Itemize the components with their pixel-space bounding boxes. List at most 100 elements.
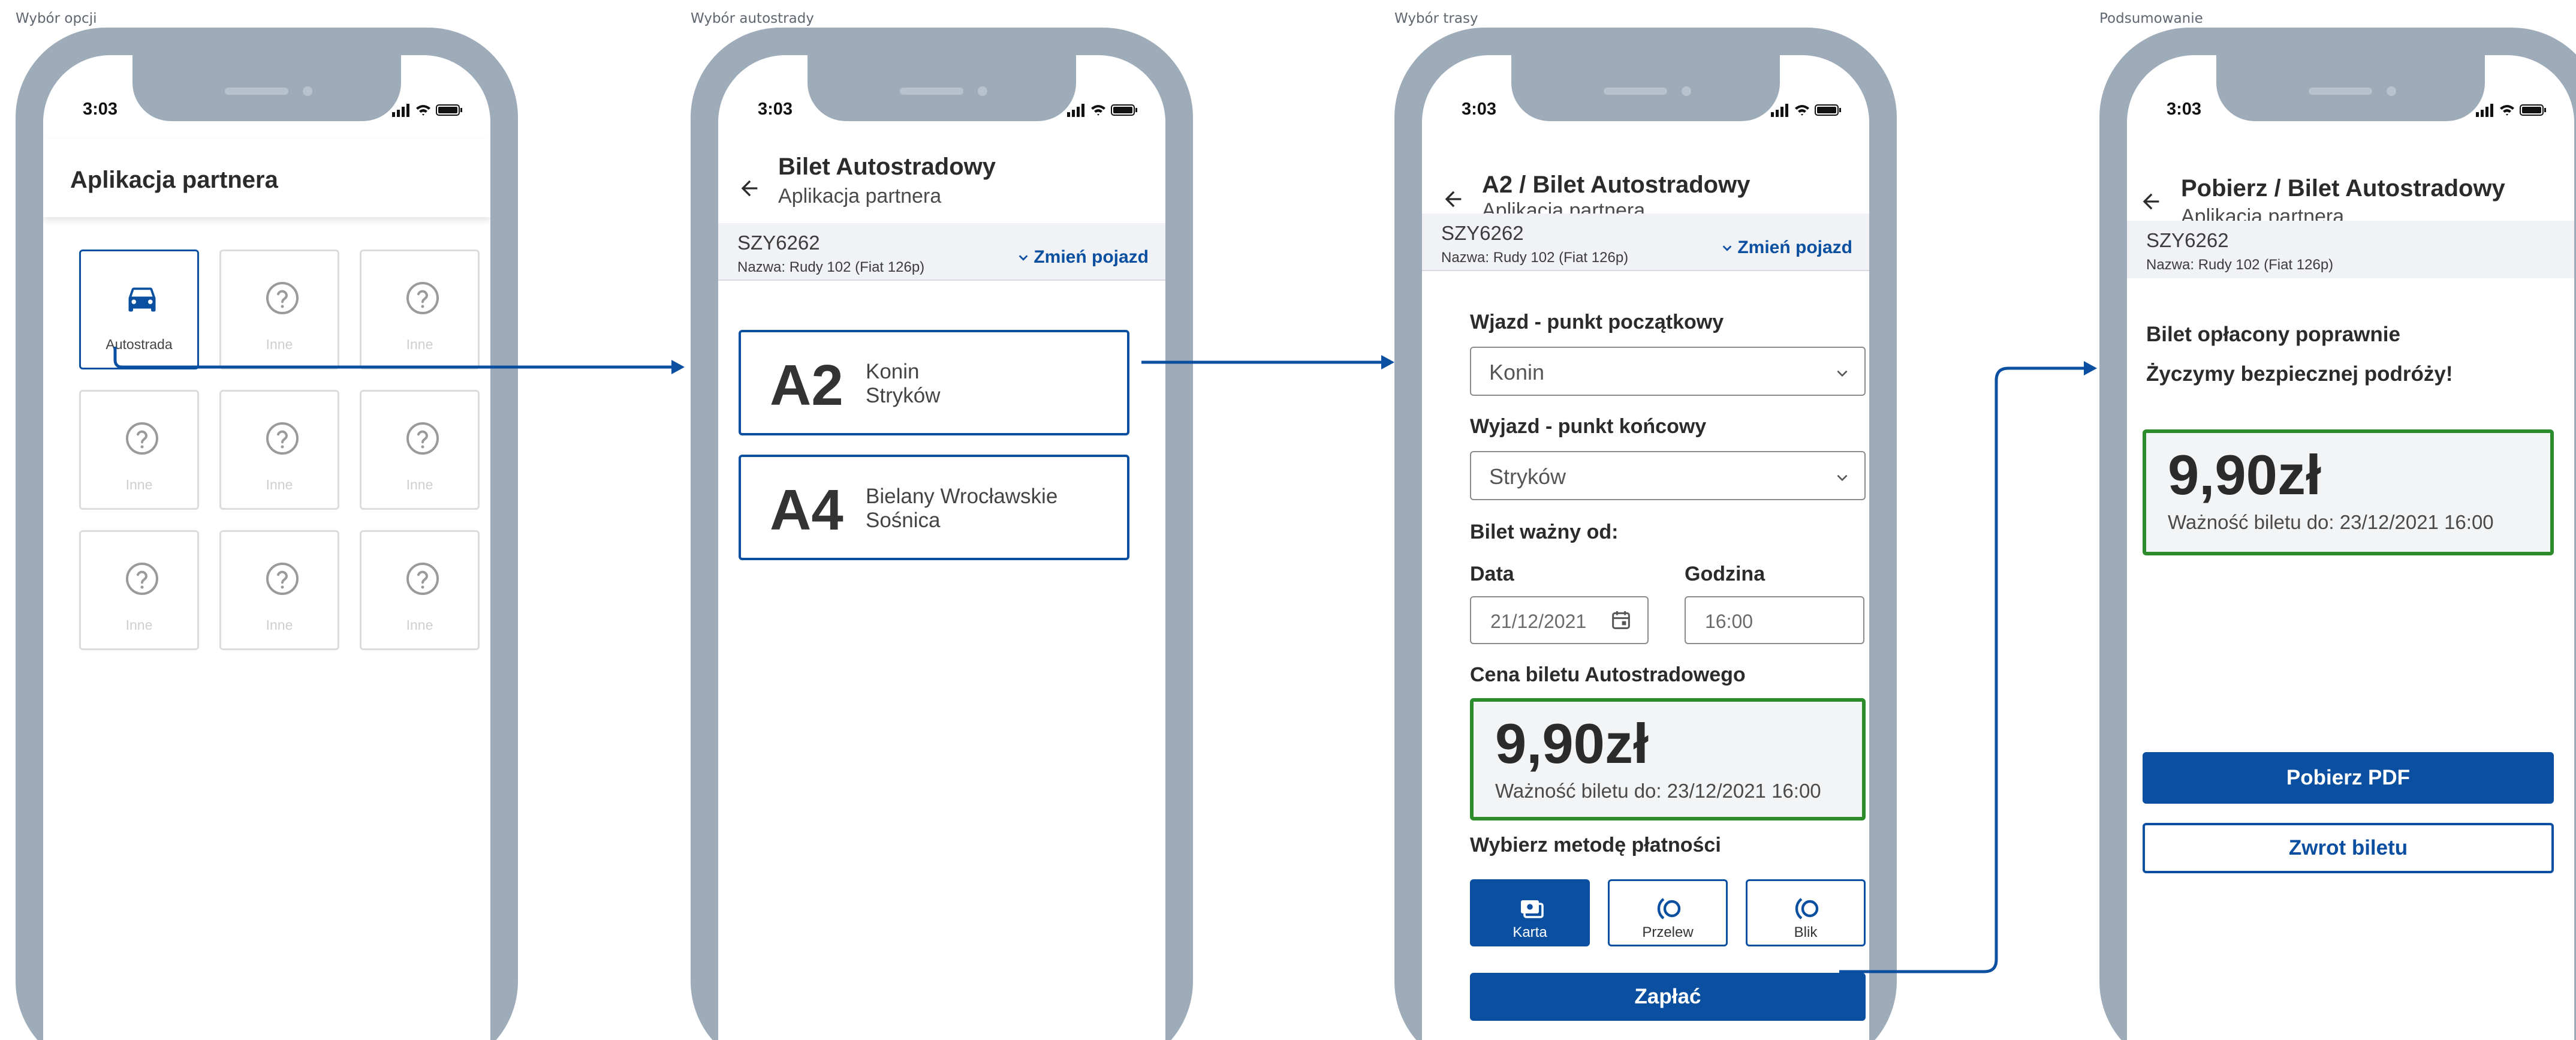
- date-value: 21/12/2021: [1490, 611, 1587, 632]
- page-title: Bilet Autostradowy: [778, 154, 996, 180]
- help-circle-icon: [266, 422, 299, 455]
- flow-arrowhead: [1381, 355, 1394, 369]
- vehicle-name: Nazwa: Rudy 102 (Fiat 126p): [737, 259, 925, 275]
- change-vehicle-label: Zmień pojazd: [1737, 238, 1852, 257]
- chevron-down-icon: [1722, 245, 1732, 251]
- price-value: 9,90zł: [2168, 443, 2322, 506]
- change-vehicle-link[interactable]: Zmień pojazd: [1017, 247, 1149, 267]
- tile-label: Inne: [406, 336, 433, 352]
- vehicle-name: Nazwa: Rudy 102 (Fiat 126p): [1441, 250, 1629, 266]
- price-box: 9,90zł Ważność biletu do: 23/12/2021 16:…: [1470, 698, 1866, 820]
- tile-other[interactable]: Inne: [360, 390, 480, 510]
- help-circle-icon: [126, 422, 158, 455]
- notch: [2216, 55, 2485, 121]
- page-title: Aplikacja partnera: [70, 167, 278, 193]
- pay-method-blik[interactable]: Blik: [1746, 879, 1866, 946]
- chevron-down-icon: [1837, 474, 1848, 482]
- tile-label: Inne: [125, 477, 153, 492]
- tile-other[interactable]: Inne: [360, 250, 480, 369]
- change-vehicle-link[interactable]: Zmień pojazd: [1721, 238, 1852, 258]
- help-circle-icon: [406, 422, 439, 455]
- route-card-a2[interactable]: A2 Konin Stryków: [739, 330, 1129, 435]
- time-label: Godzina: [1685, 563, 1765, 585]
- phone-screen: 3:03 Pobierz / Bilet Autostradowy Aplika…: [2127, 55, 2574, 1040]
- exit-label: Wyjazd - punkt końcowy: [1470, 415, 1707, 438]
- download-pdf-button[interactable]: Pobierz PDF: [2143, 752, 2554, 804]
- back-arrow-icon[interactable]: [2139, 190, 2163, 214]
- route-code: A2: [770, 353, 843, 417]
- screen-label-options: Wybór opcji: [16, 11, 97, 26]
- status-icons: [392, 104, 462, 117]
- chevron-down-icon: [1837, 370, 1848, 377]
- notch: [132, 55, 401, 121]
- valid-from-label: Bilet ważny od:: [1470, 521, 1619, 543]
- pay-method-label: Karta: [1513, 924, 1547, 940]
- vehicle-bar: SZY6262 Nazwa: Rudy 102 (Fiat 126p) Zmie…: [718, 223, 1165, 281]
- phone-screen: 3:03 A2 / Bilet Autostradowy Aplikacja p…: [1422, 55, 1869, 1040]
- time-field[interactable]: 16:00: [1685, 596, 1864, 644]
- page-title: Pobierz / Bilet Autostradowy: [2181, 175, 2505, 202]
- pay-method-label: Przelew: [1642, 924, 1694, 940]
- exit-value: Stryków: [1489, 464, 1566, 489]
- safe-travel-message: Życzymy bezpiecznej podróży!: [2146, 362, 2453, 386]
- refund-ticket-button[interactable]: Zwrot biletu: [2143, 823, 2554, 873]
- tile-other[interactable]: Inne: [219, 250, 339, 369]
- help-circle-icon: [266, 563, 299, 595]
- route-code: A4: [770, 478, 843, 542]
- date-label: Data: [1470, 563, 1514, 585]
- tile-label: Inne: [266, 336, 293, 352]
- tile-label: Autostrada: [106, 336, 173, 352]
- phone-highway: 3:03 Bilet Autostradowy Aplikacja partne…: [691, 28, 1193, 1040]
- entry-label: Wjazd - punkt początkowy: [1470, 311, 1724, 333]
- price-box: 9,90zł Ważność biletu do: 23/12/2021 16:…: [2143, 429, 2554, 555]
- help-circle-icon: [406, 563, 439, 595]
- calendar-icon[interactable]: [1609, 608, 1633, 632]
- status-icons: [1067, 104, 1137, 117]
- page-title: A2 / Bilet Autostradowy: [1482, 172, 1751, 198]
- pay-method-card[interactable]: Karta: [1470, 879, 1590, 946]
- chevron-down-icon: [1019, 255, 1028, 261]
- entry-value: Konin: [1489, 360, 1545, 384]
- tile-other[interactable]: Inne: [360, 530, 480, 650]
- app-bar: Pobierz / Bilet Autostradowy Aplikacja p…: [2127, 139, 2574, 228]
- flow-arrowhead: [671, 360, 685, 374]
- notch: [808, 55, 1076, 121]
- time-value: 16:00: [1705, 611, 1754, 632]
- vehicle-plate: SZY6262: [737, 232, 820, 254]
- back-arrow-icon[interactable]: [1441, 187, 1465, 211]
- vehicle-bar: SZY6262 Nazwa: Rudy 102 (Fiat 126p) Zmie…: [1422, 214, 1869, 271]
- route-card-a4[interactable]: A4 Bielany Wrocławskie Sośnica: [739, 455, 1129, 560]
- help-circle-icon: [406, 282, 439, 314]
- vehicle-plate: SZY6262: [2146, 229, 2229, 251]
- route-start: Bielany Wrocławskie: [866, 485, 1058, 508]
- tile-other[interactable]: Inne: [219, 390, 339, 510]
- back-arrow-icon[interactable]: [737, 176, 761, 200]
- status-icons: [2476, 104, 2546, 117]
- app-bar: A2 / Bilet Autostradowy Aplikacja partne…: [1422, 139, 1869, 222]
- entry-select[interactable]: Konin: [1470, 347, 1866, 396]
- card-icon: [1521, 900, 1544, 918]
- tile-other[interactable]: Inne: [219, 530, 339, 650]
- pay-button[interactable]: Zapłać: [1470, 973, 1866, 1021]
- vehicle-bar: SZY6262 Nazwa: Rudy 102 (Fiat 126p): [2127, 221, 2574, 278]
- phone-screen: 3:03 Bilet Autostradowy Aplikacja partne…: [718, 55, 1165, 1040]
- pay-method-label: Blik: [1794, 924, 1818, 940]
- screen-label-route: Wybór trasy: [1394, 11, 1478, 26]
- tile-other[interactable]: Inne: [79, 390, 199, 510]
- tile-label: Inne: [266, 617, 293, 633]
- price-label: Cena biletu Autostradowego: [1470, 663, 1746, 686]
- phone-route: 3:03 A2 / Bilet Autostradowy Aplikacja p…: [1394, 28, 1897, 1040]
- app-bar: Bilet Autostradowy Aplikacja partnera: [718, 139, 1165, 223]
- phone-screen: 3:03 Aplikacja partnera Autostrada Inne …: [43, 55, 490, 1040]
- status-time: 3:03: [758, 100, 793, 119]
- flow-arrowhead: [2084, 361, 2097, 375]
- exit-select[interactable]: Stryków: [1470, 451, 1866, 500]
- ticket-validity: Ważność biletu do: 23/12/2021 16:00: [2168, 511, 2494, 533]
- wireless-icon: [1657, 898, 1681, 919]
- date-field[interactable]: 21/12/2021: [1470, 596, 1649, 644]
- tile-highway[interactable]: Autostrada: [79, 250, 199, 369]
- pay-method-transfer[interactable]: Przelew: [1608, 879, 1728, 946]
- phone-options: 3:03 Aplikacja partnera Autostrada Inne …: [16, 28, 518, 1040]
- help-circle-icon: [126, 563, 158, 595]
- tile-other[interactable]: Inne: [79, 530, 199, 650]
